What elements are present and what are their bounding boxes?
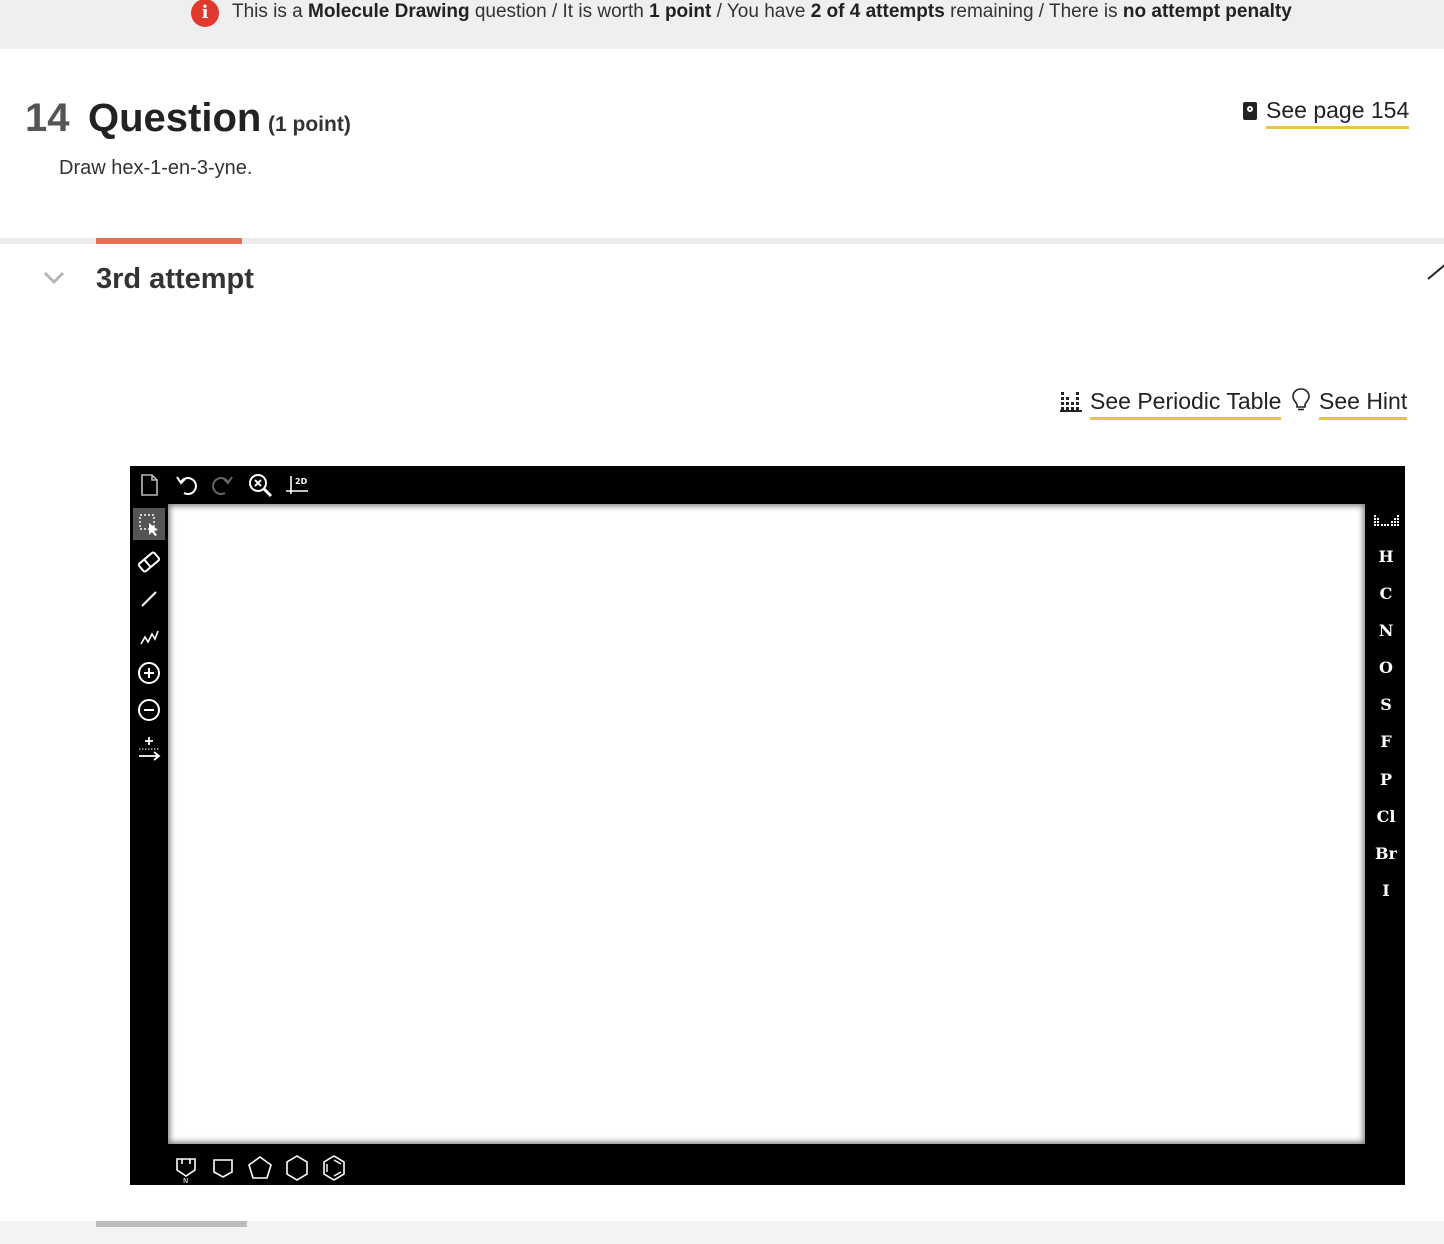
element-f-button[interactable]: F: [1370, 727, 1402, 757]
template-ring-icon[interactable]: N: [170, 1152, 202, 1184]
drawing-canvas[interactable]: [168, 504, 1365, 1144]
element-s-button[interactable]: S: [1370, 690, 1402, 720]
element-n-button[interactable]: N: [1370, 616, 1402, 646]
redo-icon[interactable]: [208, 470, 238, 500]
increase-charge-icon[interactable]: [133, 657, 165, 689]
info-icon: i: [191, 0, 219, 27]
svg-text:N: N: [183, 1177, 188, 1184]
question-prompt: Draw hex-1-en-3-yne.: [59, 157, 253, 179]
question-points: (1 point): [268, 113, 351, 136]
decrease-charge-icon[interactable]: [133, 694, 165, 726]
see-page-label: See page 154: [1266, 97, 1410, 129]
see-hint-label: See Hint: [1319, 388, 1408, 420]
element-o-button[interactable]: O: [1370, 653, 1402, 683]
see-periodic-table-label: See Periodic Table: [1090, 388, 1282, 420]
eraser-tool-icon[interactable]: [133, 546, 165, 578]
benzene-ring-icon[interactable]: [318, 1152, 350, 1184]
element-h-button[interactable]: H: [1370, 542, 1402, 572]
undo-icon[interactable]: [171, 470, 201, 500]
active-attempt-indicator: [96, 238, 242, 244]
new-document-icon[interactable]: [134, 470, 164, 500]
zoom-reset-icon[interactable]: [245, 470, 275, 500]
chain-tool-icon[interactable]: [133, 620, 165, 652]
attempt-title: 3rd attempt: [96, 263, 254, 295]
edit-pencil-icon[interactable]: [1427, 264, 1444, 280]
select-tool-icon[interactable]: [133, 508, 165, 540]
cyclobutane-ring-icon[interactable]: [207, 1152, 239, 1184]
next-attempt-indicator: [96, 1221, 247, 1227]
periodic-table-icon: [1060, 390, 1082, 418]
ebook-icon: [1243, 102, 1257, 120]
see-hint-link[interactable]: See Hint: [1291, 388, 1408, 420]
cyclohexane-ring-icon[interactable]: [281, 1152, 313, 1184]
cyclopentane-ring-icon[interactable]: [244, 1152, 276, 1184]
element-c-button[interactable]: C: [1370, 579, 1402, 609]
lightbulb-icon: [1291, 388, 1311, 418]
collapse-chevron-icon[interactable]: [43, 268, 65, 291]
clean-2d-label: 2D: [295, 477, 308, 486]
question-number: 14: [25, 96, 70, 140]
see-periodic-table-link[interactable]: See Periodic Table: [1060, 388, 1282, 420]
periodic-table-icon[interactable]: [1370, 508, 1402, 538]
element-cl-button[interactable]: Cl: [1370, 802, 1402, 832]
see-page-link[interactable]: See page 154: [1243, 97, 1410, 129]
molecule-editor: 2D H C N O S F P Cl Br I N: [130, 466, 1405, 1185]
element-p-button[interactable]: P: [1370, 765, 1402, 795]
banner-text: This is a Molecule Drawing question / It…: [232, 1, 1292, 22]
clean-2d-icon[interactable]: 2D: [282, 470, 312, 500]
question-title: Question: [88, 96, 262, 140]
element-i-button[interactable]: I: [1370, 876, 1402, 906]
element-br-button[interactable]: Br: [1370, 839, 1402, 869]
info-banner: i This is a Molecule Drawing question / …: [0, 0, 1444, 49]
reaction-arrow-icon[interactable]: [133, 732, 165, 764]
single-bond-tool-icon[interactable]: [133, 583, 165, 615]
